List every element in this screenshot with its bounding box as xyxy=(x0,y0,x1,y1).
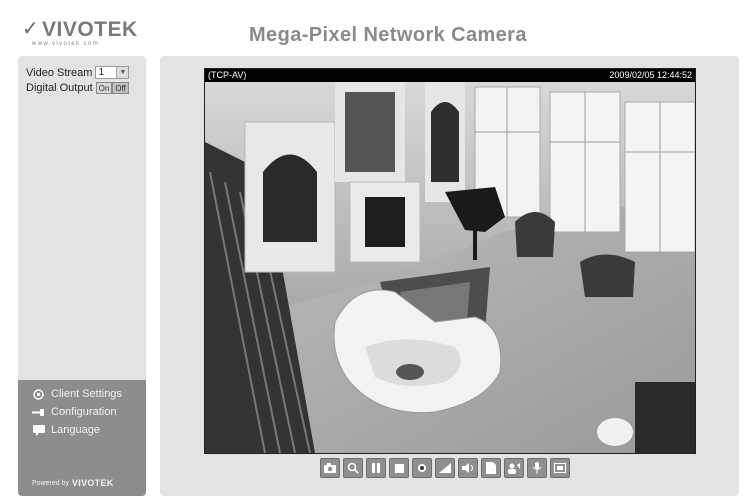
page-title: Mega-Pixel Network Camera xyxy=(249,24,527,46)
chevron-down-icon: ▼ xyxy=(116,67,129,78)
output-on-button[interactable]: On xyxy=(95,82,113,94)
sidebar-item-label: Language xyxy=(51,424,100,436)
digital-output-row: Digital Output On Off xyxy=(26,82,129,94)
snapshot-button[interactable] xyxy=(320,458,340,478)
video-stream-select[interactable]: 1 ▼ xyxy=(95,66,130,79)
stop-icon xyxy=(394,463,404,473)
pause-button[interactable] xyxy=(366,458,386,478)
speech-bubble-icon xyxy=(32,424,45,436)
logo-text: VIVOTEK xyxy=(42,18,138,41)
powered-by: Powered by VIVOTEK xyxy=(32,478,114,488)
video-timestamp: 2009/02/05 12:44:52 xyxy=(609,70,692,80)
microphone-button[interactable] xyxy=(527,458,547,478)
zoom-button[interactable] xyxy=(343,458,363,478)
video-info-bar: (TCP-AV) 2009/02/05 12:44:52 xyxy=(205,69,695,82)
digital-output-label: Digital Output xyxy=(26,82,93,94)
sidebar-item-language[interactable]: Language xyxy=(32,424,100,436)
pause-icon xyxy=(372,463,380,473)
camera-icon xyxy=(324,463,336,473)
video-stream-label: Video Stream xyxy=(26,66,93,79)
logo-url: www.vivotek.com xyxy=(32,41,100,47)
magnifier-icon xyxy=(347,462,359,474)
record-button[interactable] xyxy=(412,458,432,478)
speaker-icon xyxy=(462,463,473,473)
logo-mark-icon: ✓ xyxy=(22,16,39,40)
video-stream-value: 1 xyxy=(98,67,105,78)
sidebar-menu: Client Settings Configuration Language P… xyxy=(18,380,146,496)
stream-protocol: (TCP-AV) xyxy=(208,70,247,80)
vivotek-logo[interactable]: ✓ VIVOTEK www.vivotek.com xyxy=(22,14,137,50)
sidebar-item-label: Client Settings xyxy=(51,388,122,400)
camera-feed-image xyxy=(205,82,695,453)
fullscreen-icon xyxy=(554,463,566,473)
talk-button[interactable] xyxy=(504,458,524,478)
wrench-icon xyxy=(32,407,45,418)
powered-by-label: Powered by xyxy=(32,479,69,487)
talk-icon xyxy=(508,462,520,474)
volume-icon xyxy=(439,463,451,473)
video-stream-row: Video Stream 1 ▼ xyxy=(26,66,130,79)
sidebar-item-label: Configuration xyxy=(51,406,117,418)
sidebar-item-client-settings[interactable]: Client Settings xyxy=(32,388,122,400)
sidebar: Video Stream 1 ▼ Digital Output On Off C… xyxy=(18,56,146,496)
fullscreen-button[interactable] xyxy=(550,458,570,478)
record-icon xyxy=(418,464,426,472)
sidebar-item-configuration[interactable]: Configuration xyxy=(32,406,116,418)
video-viewer[interactable]: (TCP-AV) 2009/02/05 12:44:52 xyxy=(204,68,696,454)
digital-output-toggle: On Off xyxy=(95,82,129,94)
powered-by-brand: VIVOTEK xyxy=(71,478,114,488)
file-button[interactable] xyxy=(481,458,501,478)
playback-controls xyxy=(320,458,570,478)
mute-button[interactable] xyxy=(458,458,478,478)
output-off-button[interactable]: Off xyxy=(112,82,129,94)
microphone-icon xyxy=(532,462,542,474)
main-panel: (TCP-AV) 2009/02/05 12:44:52 xyxy=(160,56,739,496)
file-icon xyxy=(486,462,496,474)
stop-button[interactable] xyxy=(389,458,409,478)
volume-button[interactable] xyxy=(435,458,455,478)
header: ✓ VIVOTEK www.vivotek.com Mega-Pixel Net… xyxy=(0,0,749,56)
shield-gear-icon xyxy=(32,388,45,400)
